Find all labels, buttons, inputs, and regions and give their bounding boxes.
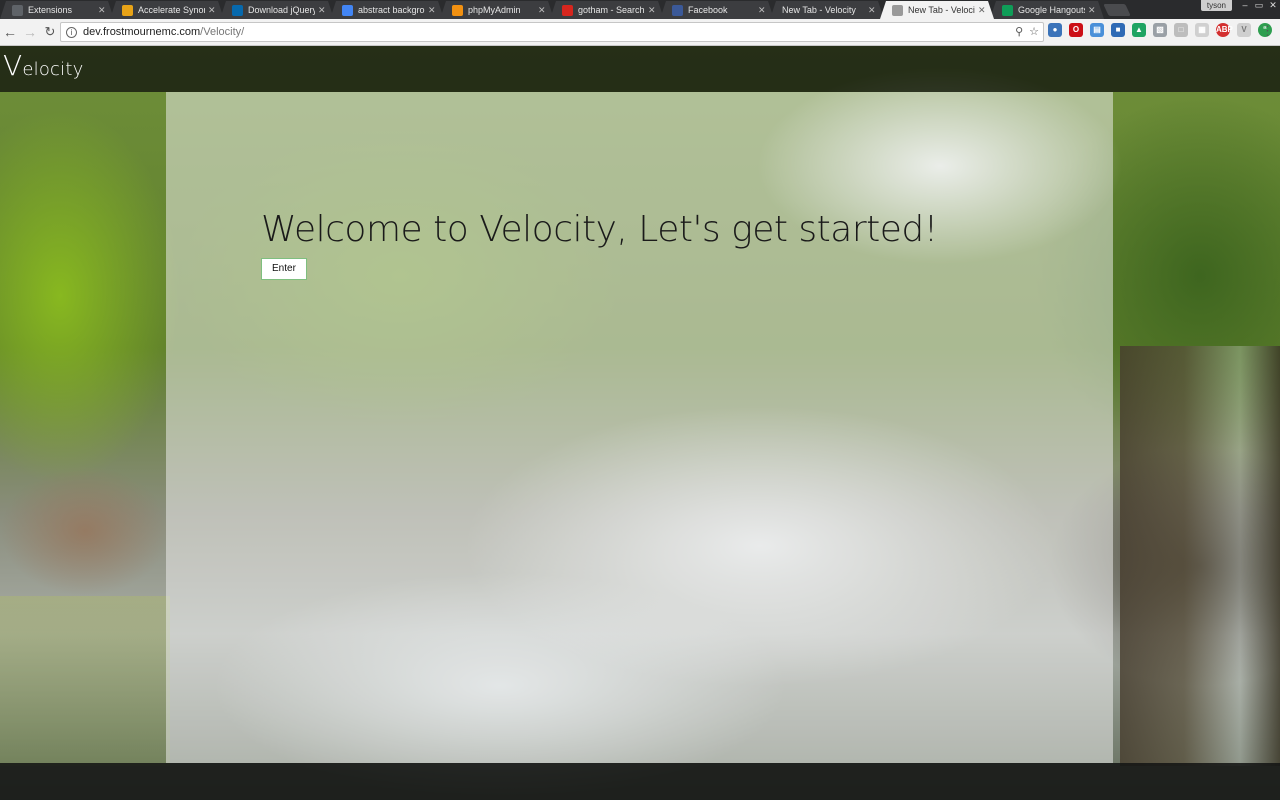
bookmark-star-icon[interactable]: ☆ <box>1029 25 1039 38</box>
tab-title: Extensions <box>28 5 73 15</box>
close-tab-icon[interactable]: ✕ <box>868 5 876 16</box>
page-icon <box>892 5 903 16</box>
tab-title: Download jQuery | j <box>248 5 315 15</box>
tab-title: gotham - Search - d <box>578 5 645 15</box>
info-icon[interactable]: i <box>66 26 77 38</box>
address-bar[interactable]: i dev.frostmournemc.com/Velocity/ ⚲ ☆ <box>60 22 1044 42</box>
extension-icon[interactable]: ● <box>1048 23 1062 37</box>
close-tab-icon[interactable]: ✕ <box>318 5 326 16</box>
page-viewport: Velocity Welcome to Velocity, Let's get … <box>0 46 1280 800</box>
background-water <box>0 596 170 766</box>
google-icon <box>342 5 353 16</box>
browser-tab[interactable]: gotham - Search - d✕ <box>550 1 664 19</box>
opera-icon[interactable]: O <box>1069 23 1083 37</box>
facebook-icon <box>672 5 683 16</box>
url-host: dev.frostmournemc.com <box>83 26 201 38</box>
extension-icon[interactable]: ■ <box>1111 23 1125 37</box>
hangouts-icon <box>1002 5 1013 16</box>
profile-button[interactable]: tyson <box>1200 0 1232 11</box>
browser-tab[interactable]: Accelerate Synonym ✕ <box>110 1 224 19</box>
site-header: Velocity <box>0 46 1280 92</box>
close-tab-icon[interactable]: ✕ <box>538 5 546 16</box>
browser-tab[interactable]: New Tab - Velocity ✕ <box>880 1 994 19</box>
back-arrow-icon[interactable]: ← <box>0 24 20 40</box>
browser-tab[interactable]: phpMyAdmin ✕ <box>440 1 554 19</box>
tab-title: Accelerate Synonym <box>138 5 204 15</box>
site-footer <box>0 763 1280 800</box>
vimeo-icon[interactable]: V <box>1237 23 1251 37</box>
drive-icon[interactable]: ▲ <box>1132 23 1146 37</box>
tab-strip: Extensions✕Accelerate Synonym✕Download j… <box>0 0 1280 19</box>
menu-icon[interactable]: ⋮ <box>1261 24 1274 38</box>
window-controls: tyson – ▭ ✕ <box>1200 0 1280 19</box>
tab-list: Extensions✕Accelerate Synonym✕Download j… <box>0 0 1100 19</box>
tab-title: abstract background <box>358 5 425 15</box>
close-tab-icon[interactable]: ✕ <box>1088 5 1096 16</box>
close-tab-icon[interactable]: ✕ <box>978 5 986 16</box>
close-tab-icon[interactable]: ✕ <box>208 5 216 16</box>
thesaurus-icon <box>122 5 133 16</box>
tab-title: New Tab - Velocity <box>782 5 856 15</box>
deviantart-icon <box>562 5 573 16</box>
tab-title: New Tab - Velocity <box>908 5 975 15</box>
maximize-icon[interactable]: ▭ <box>1252 0 1266 11</box>
new-tab-button[interactable] <box>1103 4 1131 16</box>
location-pin-icon[interactable]: ⚲ <box>1015 25 1023 38</box>
close-tab-icon[interactable]: ✕ <box>98 5 106 16</box>
browser-toolbar: ← → ↻ i dev.frostmournemc.com/Velocity/ … <box>0 19 1280 46</box>
browser-tab[interactable]: Facebook ✕ <box>660 1 774 19</box>
extension-icon[interactable]: ▧ <box>1153 23 1167 37</box>
browser-tab[interactable]: New Tab - Velocity ✕ <box>770 1 884 19</box>
adblock-icon[interactable]: ABP <box>1216 23 1233 37</box>
browser-tab[interactable]: Download jQuery | j✕ <box>220 1 334 19</box>
browser-tab[interactable]: abstract background✕ <box>330 1 444 19</box>
tab-title: phpMyAdmin <box>468 5 521 15</box>
enter-button[interactable]: Enter <box>261 258 307 280</box>
close-tab-icon[interactable]: ✕ <box>758 5 766 16</box>
close-tab-icon[interactable]: ✕ <box>428 5 436 16</box>
logo-text: elocity <box>22 59 84 80</box>
extension-icons: ● O ▤ ■ ▲ ▧ □ ▦ ABP V “ <box>1048 23 1272 37</box>
forward-arrow-icon[interactable]: → <box>20 24 40 40</box>
reload-icon[interactable]: ↻ <box>40 24 60 40</box>
extension-icon[interactable]: □ <box>1174 23 1188 37</box>
tab-title: Google Hangouts - <box>1018 5 1085 15</box>
welcome-heading: Welcome to Velocity, Let's get started! <box>261 209 938 250</box>
extension-icon[interactable]: ▤ <box>1090 23 1104 37</box>
background-rock <box>0 466 170 596</box>
phpmyadmin-icon <box>452 5 463 16</box>
tab-title: Facebook <box>688 5 728 15</box>
extensions-icon <box>12 5 23 16</box>
browser-tab[interactable]: Google Hangouts - ✕ <box>990 1 1104 19</box>
site-logo[interactable]: Velocity <box>3 49 84 82</box>
logo-initial: V <box>3 49 23 82</box>
url-path: /Velocity/ <box>200 26 245 38</box>
extension-icon[interactable]: ▦ <box>1195 23 1209 37</box>
welcome-panel: Welcome to Velocity, Let's get started! … <box>166 92 1113 763</box>
browser-tab[interactable]: Extensions ✕ <box>0 1 114 19</box>
jquery-icon <box>232 5 243 16</box>
close-tab-icon[interactable]: ✕ <box>648 5 656 16</box>
close-window-icon[interactable]: ✕ <box>1266 0 1280 11</box>
background-waterfall <box>1120 346 1280 766</box>
minimize-icon[interactable]: – <box>1238 0 1252 11</box>
